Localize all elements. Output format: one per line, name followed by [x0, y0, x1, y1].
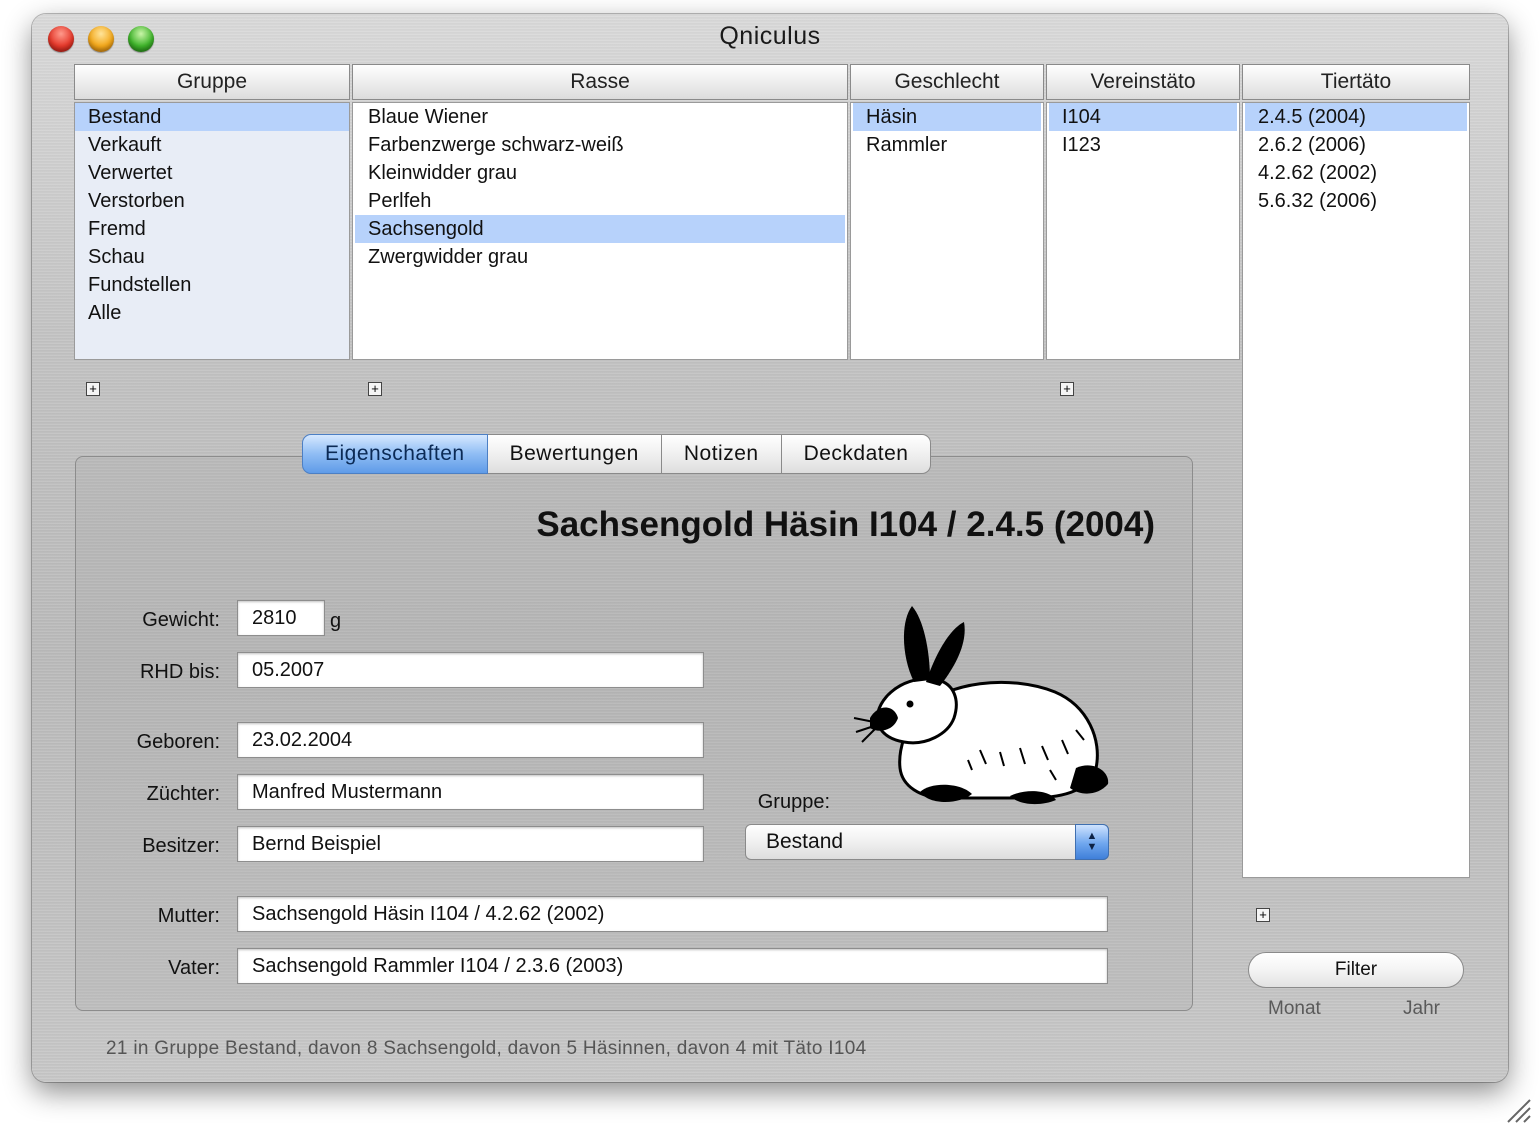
list-item[interactable]: Verstorben [75, 187, 349, 215]
group-popup[interactable]: Bestand ▲ ▼ [745, 824, 1109, 860]
popup-arrows-icon: ▲ ▼ [1075, 824, 1109, 860]
list-item[interactable]: Fremd [75, 215, 349, 243]
tab-deckdaten[interactable]: Deckdaten [781, 434, 932, 474]
list-item[interactable]: I123 [1049, 131, 1237, 159]
month-label: Monat [1268, 998, 1321, 1019]
window-title: Qniculus [719, 22, 821, 50]
list-item[interactable]: Fundstellen [75, 271, 349, 299]
mother-label: Mutter: [157, 905, 220, 927]
add-gruppe-plus-icon[interactable]: + [86, 382, 100, 396]
father-label: Vater: [168, 957, 220, 979]
list-gruppe[interactable]: Bestand Verkauft Verwertet Verstorben Fr… [74, 102, 350, 360]
born-label: Geboren: [136, 731, 220, 753]
list-tiertaeto[interactable]: 2.4.5 (2004) 2.6.2 (2006) 4.2.62 (2002) … [1242, 102, 1470, 878]
list-item[interactable]: Alle [75, 299, 349, 327]
list-item[interactable]: Perlfeh [355, 187, 845, 215]
list-item[interactable]: Kleinwidder grau [355, 159, 845, 187]
add-rasse-plus-icon[interactable]: + [368, 382, 382, 396]
list-item[interactable]: Häsin [853, 103, 1041, 131]
rhd-label: RHD bis: [139, 661, 220, 683]
column-header-geschlecht[interactable]: Geschlecht [850, 64, 1044, 100]
list-rasse[interactable]: Blaue Wiener Farbenzwerge schwarz-weiß K… [352, 102, 848, 360]
list-vereinstaeto[interactable]: I104 I123 [1046, 102, 1240, 360]
owner-field[interactable]: Bernd Beispiel [237, 826, 704, 862]
column-header-tiertaeto[interactable]: Tiertäto [1242, 64, 1470, 100]
column-header-vereinstaeto[interactable]: Vereinstäto [1046, 64, 1240, 100]
tab-bewertungen[interactable]: Bewertungen [487, 434, 662, 474]
rabbit-image [853, 606, 1109, 805]
add-tiertaeto-plus-icon[interactable]: + [1256, 908, 1270, 922]
list-item[interactable]: 2.6.2 (2006) [1245, 131, 1467, 159]
group-label: Gruppe: [757, 791, 830, 813]
list-item[interactable]: Verwertet [75, 159, 349, 187]
tab-eigenschaften[interactable]: Eigenschaften [302, 434, 488, 474]
status-bar: 21 in Gruppe Bestand, davon 8 Sachsengol… [106, 1038, 867, 1059]
list-item[interactable]: Farbenzwerge schwarz-weiß [355, 131, 845, 159]
mother-field[interactable]: Sachsengold Häsin I104 / 4.2.62 (2002) [237, 896, 1108, 932]
weight-label: Gewicht: [142, 609, 220, 631]
list-item[interactable]: 5.6.32 (2006) [1245, 187, 1467, 215]
column-header-rasse[interactable]: Rasse [352, 64, 848, 100]
list-item[interactable]: Zwergwidder grau [355, 243, 845, 271]
tab-bar: Eigenschaften Bewertungen Notizen Deckda… [302, 434, 932, 474]
group-popup-value: Bestand [766, 830, 844, 853]
add-vereinstaeto-plus-icon[interactable]: + [1060, 382, 1074, 396]
filter-button[interactable]: Filter [1248, 952, 1464, 988]
breeder-label: Züchter: [146, 783, 220, 805]
rhd-field[interactable]: 05.2007 [237, 652, 704, 688]
breeder-field[interactable]: Manfred Mustermann [237, 774, 704, 810]
resize-grip-icon[interactable] [1502, 1094, 1532, 1124]
father-field[interactable]: Sachsengold Rammler I104 / 2.3.6 (2003) [237, 948, 1108, 984]
weight-unit: g [330, 610, 342, 632]
owner-label: Besitzer: [142, 835, 220, 857]
weight-field[interactable]: 2810 [237, 600, 325, 636]
list-item[interactable]: Sachsengold [355, 215, 845, 243]
list-item[interactable]: 2.4.5 (2004) [1245, 103, 1467, 131]
list-item[interactable]: 4.2.62 (2002) [1245, 159, 1467, 187]
year-label: Jahr [1403, 998, 1440, 1019]
list-item[interactable]: Blaue Wiener [355, 103, 845, 131]
list-item[interactable]: Schau [75, 243, 349, 271]
column-header-gruppe[interactable]: Gruppe [74, 64, 350, 100]
list-item[interactable]: Rammler [853, 131, 1041, 159]
list-geschlecht[interactable]: Häsin Rammler [850, 102, 1044, 360]
record-title: Sachsengold Häsin I104 / 2.4.5 (2004) [536, 505, 1155, 544]
born-field[interactable]: 23.02.2004 [237, 722, 704, 758]
list-item[interactable]: Verkauft [75, 131, 349, 159]
list-item[interactable]: I104 [1049, 103, 1237, 131]
tab-notizen[interactable]: Notizen [661, 434, 782, 474]
list-item[interactable]: Bestand [75, 103, 349, 131]
